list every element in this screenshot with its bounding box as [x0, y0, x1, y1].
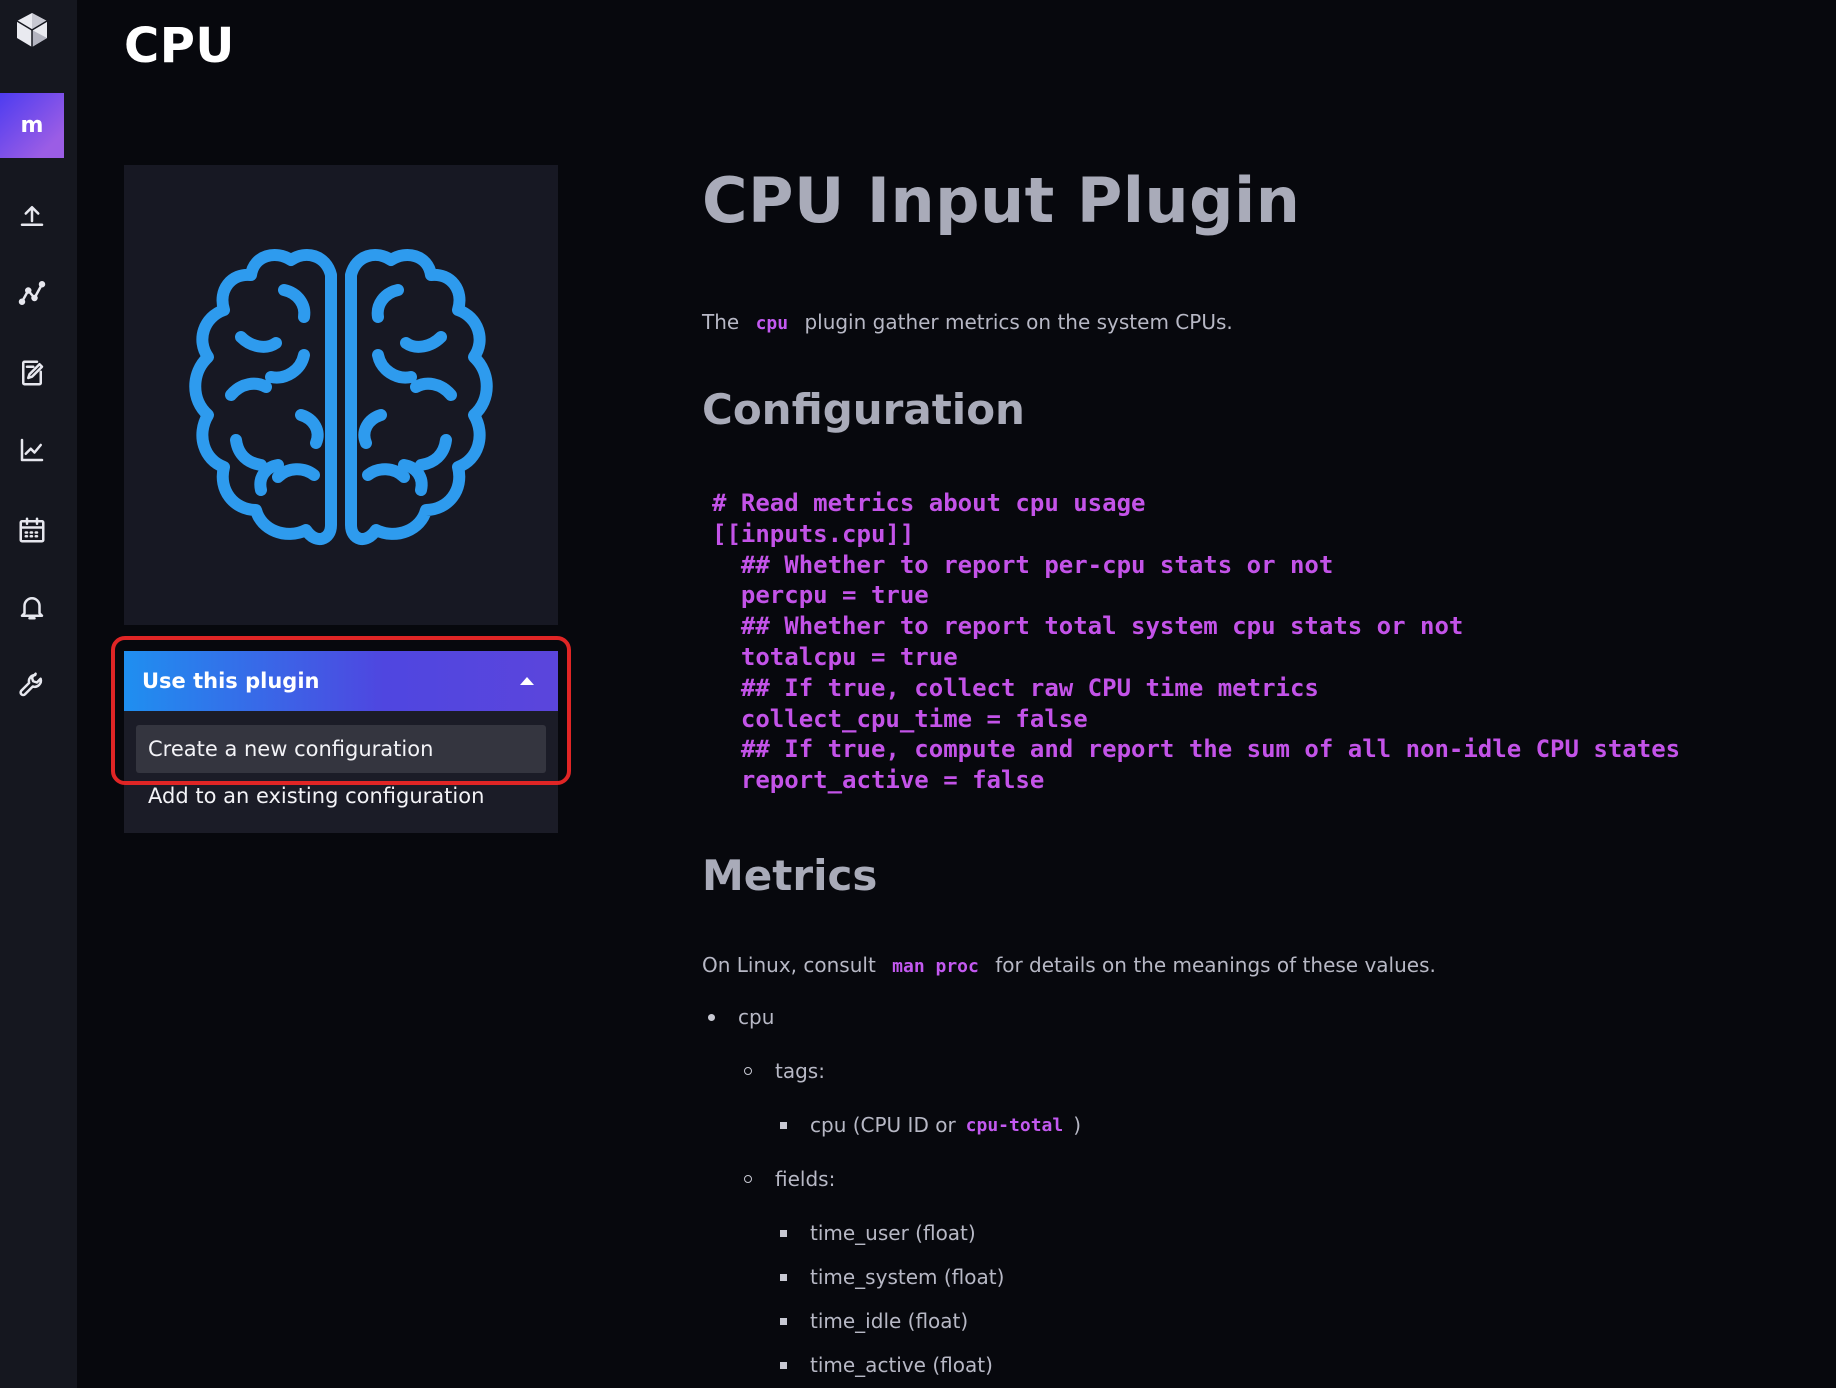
- code-line: percpu = true: [712, 581, 929, 610]
- field-name: time_system (float): [810, 1265, 1005, 1289]
- metrics-text-after: for details on the meanings of these val…: [995, 953, 1436, 977]
- list-item-tag: cpu (CPU ID or cpu-total ): [780, 1113, 1081, 1137]
- code-line: collect_cpu_time = false: [712, 704, 1088, 733]
- bullet-square: [780, 1121, 787, 1129]
- dashboard-chart-icon[interactable]: [14, 432, 50, 468]
- tasks-calendar-icon[interactable]: [14, 512, 50, 548]
- brain-icon: [189, 249, 493, 545]
- settings-wrench-icon[interactable]: [14, 667, 50, 703]
- configuration-heading: Configuration: [702, 385, 1025, 434]
- use-this-plugin-label: Use this plugin: [142, 669, 320, 693]
- plugin-logo-card: [124, 165, 558, 625]
- bullet-circle: [744, 1067, 752, 1075]
- inline-code-man-proc: man proc: [892, 956, 979, 977]
- intro-text-after: plugin gather metrics on the system CPUs…: [804, 310, 1233, 334]
- code-line: ## If true, compute and report the sum o…: [712, 735, 1681, 764]
- code-line: ## If true, collect raw CPU time metrics: [712, 673, 1319, 702]
- list-item-tags: tags:: [744, 1059, 825, 1083]
- field-name: time_idle (float): [810, 1309, 969, 1333]
- field-name: time_active (float): [810, 1353, 993, 1377]
- add-existing-configuration-item[interactable]: Add to an existing configuration: [136, 772, 546, 820]
- code-line: [[inputs.cpu]]: [712, 519, 915, 548]
- config-code-block: # Read metrics about cpu usage [[inputs.…: [712, 488, 1680, 796]
- intro-paragraph: The cpu plugin gather metrics on the sys…: [702, 310, 1233, 334]
- use-this-plugin-button[interactable]: Use this plugin: [124, 651, 558, 711]
- intro-text-before: The: [702, 310, 740, 334]
- org-avatar-button[interactable]: m: [0, 93, 64, 158]
- code-line: totalcpu = true: [712, 642, 958, 671]
- notebook-icon[interactable]: [14, 355, 50, 391]
- inline-code-cpu: cpu: [755, 313, 789, 334]
- org-initial: m: [20, 113, 44, 138]
- tag-text-after: ): [1073, 1113, 1082, 1137]
- page-title: CPU: [124, 18, 235, 74]
- list-item-fields: fields:: [744, 1167, 835, 1191]
- doc-title: CPU Input Plugin: [702, 164, 1301, 237]
- upload-icon[interactable]: [14, 198, 50, 234]
- list-item-field: time_active (float): [780, 1353, 993, 1377]
- use-plugin-dropdown-menu: Create a new configuration Add to an exi…: [124, 711, 558, 833]
- code-line: ## Whether to report per-cpu stats or no…: [712, 550, 1334, 579]
- bullet-square: [780, 1229, 787, 1237]
- tags-label: tags:: [775, 1059, 825, 1083]
- list-item-field: time_system (float): [780, 1265, 1004, 1289]
- measurement-name: cpu: [738, 1005, 775, 1029]
- list-item-field: time_idle (float): [780, 1309, 968, 1333]
- list-item-measurement: cpu: [708, 1005, 774, 1029]
- influxdb-logo-icon[interactable]: [12, 10, 52, 50]
- field-name: time_user (float): [810, 1221, 976, 1245]
- alerts-bell-icon[interactable]: [14, 589, 50, 625]
- code-line: report_active = false: [712, 766, 1045, 795]
- metrics-text-before: On Linux, consult: [702, 953, 876, 977]
- code-line: # Read metrics about cpu usage: [712, 489, 1146, 517]
- bullet-disc: [708, 1013, 715, 1021]
- fields-label: fields:: [775, 1167, 836, 1191]
- tag-text-before: cpu (CPU ID or: [810, 1113, 956, 1137]
- caret-up-icon: [520, 677, 534, 685]
- bullet-square: [780, 1317, 787, 1325]
- plugin-readme: CPU Input Plugin The cpu plugin gather m…: [702, 0, 1836, 1388]
- create-new-configuration-item[interactable]: Create a new configuration: [136, 725, 546, 773]
- code-line: ## Whether to report total system cpu st…: [712, 612, 1464, 641]
- data-explorer-icon[interactable]: [14, 275, 50, 311]
- metrics-paragraph: On Linux, consult man proc for details o…: [702, 953, 1436, 977]
- bullet-circle: [744, 1175, 752, 1183]
- metrics-heading: Metrics: [702, 851, 878, 900]
- bullet-square: [780, 1361, 787, 1369]
- sidebar: m: [0, 0, 77, 1388]
- list-item-field: time_user (float): [780, 1221, 976, 1245]
- inline-code-cpu-total: cpu-total: [965, 1114, 1064, 1136]
- bullet-square: [780, 1273, 787, 1281]
